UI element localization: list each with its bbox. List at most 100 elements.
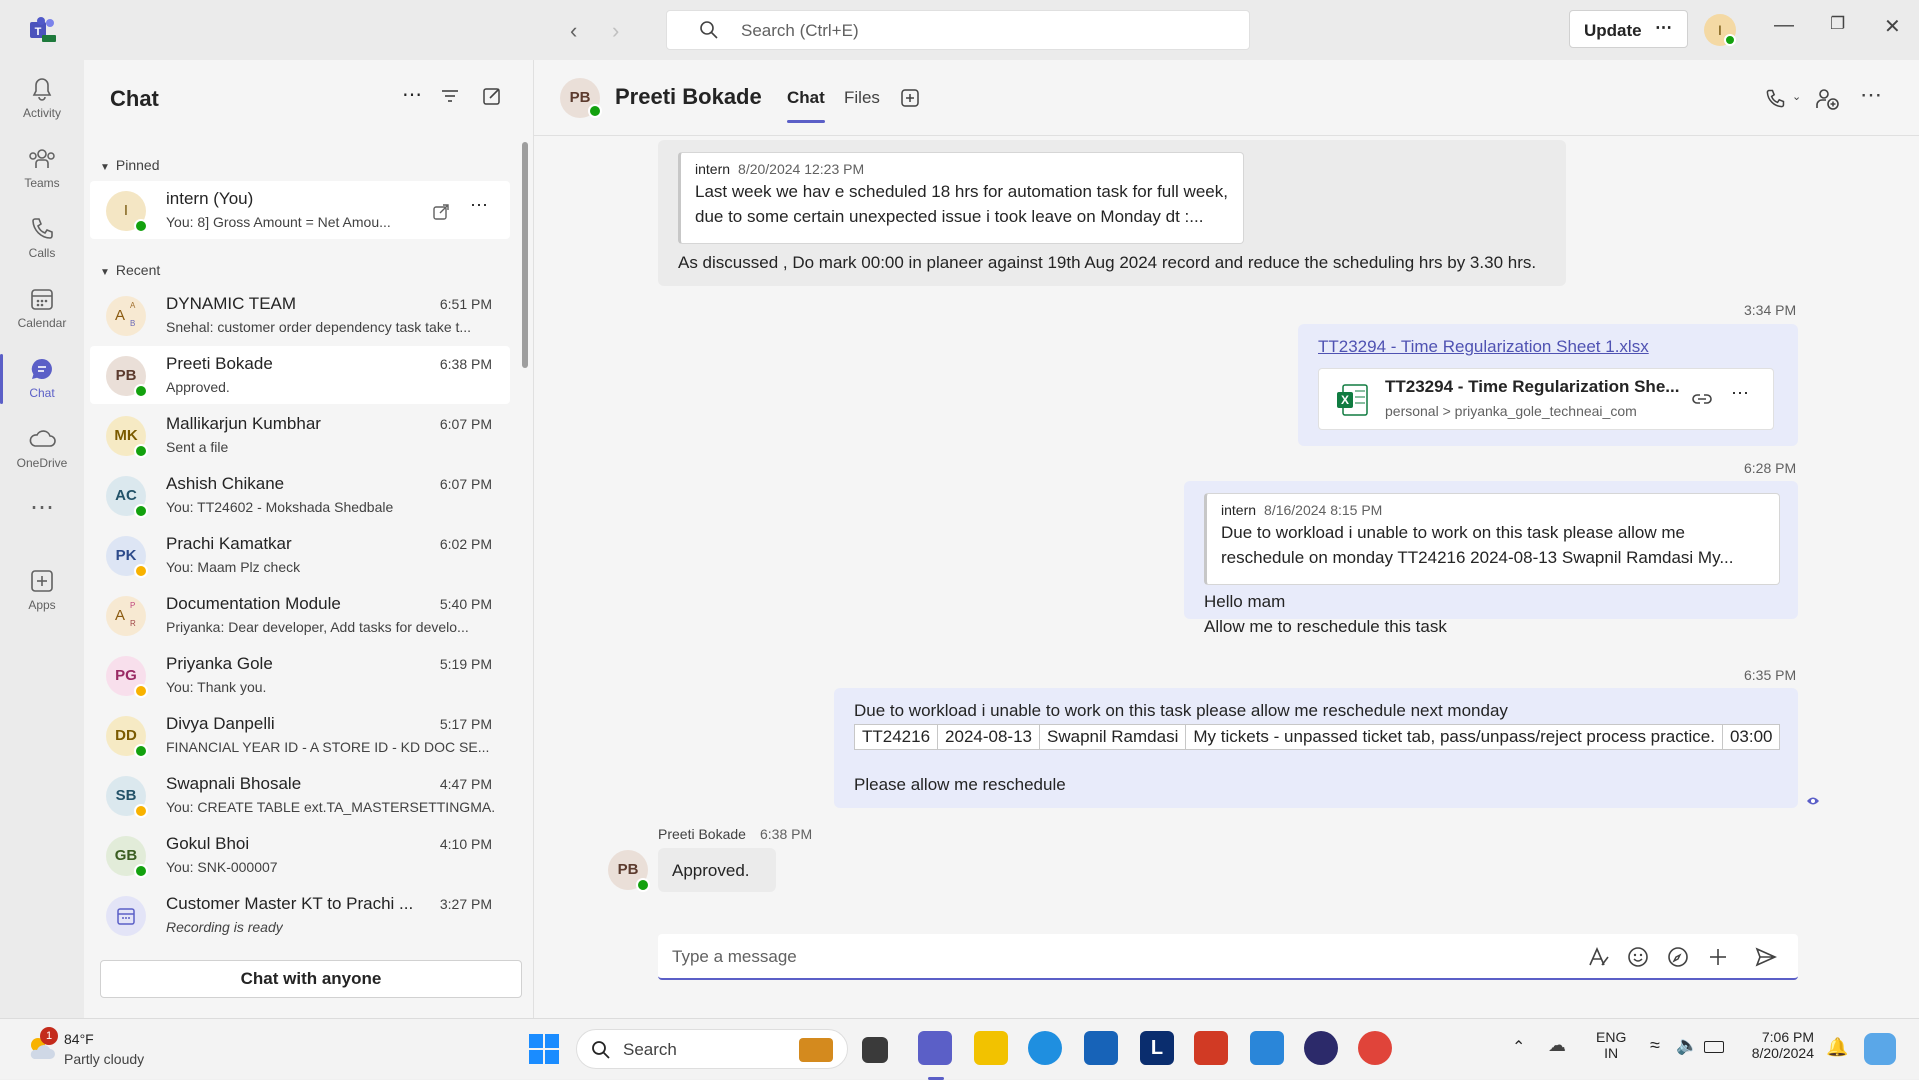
chat-item[interactable]: MK Mallikarjun Kumbhar 6:07 PM Sent a fi… [90, 406, 510, 464]
chat-item[interactable]: PK Prachi Kamatkar 6:02 PM You: Maam Plz… [90, 526, 510, 584]
call-icon[interactable] [1764, 88, 1786, 110]
more-options-icon[interactable]: ⋯ [402, 82, 422, 107]
loop-icon[interactable] [1666, 945, 1690, 969]
emoji-icon[interactable] [1626, 945, 1650, 969]
new-chat-icon[interactable] [482, 86, 502, 106]
presence-available-icon [134, 744, 148, 758]
add-tab-icon[interactable] [900, 88, 920, 108]
pop-out-icon[interactable] [432, 203, 450, 221]
onedrive-sync-icon[interactable]: ☁ [1548, 1035, 1566, 1056]
format-icon[interactable] [1586, 945, 1610, 969]
chat-item[interactable]: SB Swapnali Bhosale 4:47 PM You: CREATE … [90, 766, 510, 824]
weather-widget[interactable]: 1 [24, 1027, 58, 1065]
presence-away-icon [134, 684, 148, 698]
close-icon[interactable]: ✕ [1884, 14, 1901, 39]
send-icon[interactable] [1754, 945, 1778, 969]
avatar-initials: A [114, 607, 125, 624]
filter-icon[interactable] [440, 86, 460, 106]
update-button[interactable]: Update ⋯ [1569, 10, 1688, 48]
rail-calendar[interactable]: Calendar [0, 278, 84, 340]
chat-item[interactable]: PG Priyanka Gole 5:19 PM You: Thank you. [90, 646, 510, 704]
notepad-icon[interactable] [1250, 1031, 1284, 1065]
store-icon[interactable] [1084, 1031, 1118, 1065]
chat-item[interactable]: Customer Master KT to Prachi ... 3:27 PM… [90, 886, 510, 944]
chat-item[interactable]: DD Divya Danpelli 5:17 PM FINANCIAL YEAR… [90, 706, 510, 764]
more-apps-icon[interactable]: ⋯ [0, 488, 84, 528]
restore-icon[interactable]: ❐ [1830, 14, 1845, 34]
more-options-icon[interactable]: ⋯ [1860, 82, 1882, 108]
message-composer[interactable]: Type a message [658, 934, 1798, 980]
chevron-up-icon[interactable]: ⌃ [1512, 1037, 1525, 1057]
quoted-message[interactable]: intern 8/20/2024 12:23 PM Last week we ha… [678, 152, 1244, 244]
chrome-icon[interactable] [1358, 1031, 1392, 1065]
pinned-section-header[interactable]: ▼ Pinned [100, 157, 160, 173]
recent-section-header[interactable]: ▼ Recent [100, 262, 160, 278]
copy-link-icon[interactable] [1691, 389, 1713, 409]
quote-date: 8/20/2024 12:23 PM [738, 161, 865, 177]
eclipse-icon[interactable] [1304, 1031, 1338, 1065]
forward-arrow-icon[interactable]: › [612, 18, 619, 44]
search-input[interactable]: Search (Ctrl+E) [666, 10, 1250, 50]
search-icon [592, 1041, 610, 1059]
calendar-icon [31, 289, 53, 310]
wifi-icon[interactable]: ≈ [1650, 1035, 1660, 1056]
wps-office-icon[interactable] [1194, 1031, 1228, 1065]
edge-icon[interactable] [1028, 1031, 1062, 1065]
more-options-icon[interactable]: ⋯ [1731, 383, 1749, 404]
chat-time: 5:19 PM [439, 656, 492, 672]
rail-onedrive[interactable]: OneDrive [0, 418, 84, 480]
profile-avatar[interactable]: I [1704, 14, 1736, 46]
rail-calls[interactable]: Calls [0, 208, 84, 270]
battery-icon[interactable] [1704, 1041, 1724, 1053]
chat-item[interactable]: AC Ashish Chikane 6:07 PM You: TT24602 -… [90, 466, 510, 524]
chat-preview: You: 8] Gross Amount = Net Amou... [166, 214, 391, 230]
windows-start-icon[interactable] [528, 1033, 560, 1065]
tab-chat[interactable]: Chat [787, 88, 825, 123]
notification-bell-icon[interactable]: 🔔 [1826, 1037, 1848, 1058]
chat-name: Ashish Chikane [166, 474, 285, 493]
copilot-icon[interactable] [1864, 1033, 1896, 1065]
chat-item-active[interactable]: PB Preeti Bokade 6:38 PM Approved. [90, 346, 510, 404]
presence-away-icon [134, 564, 148, 578]
message-incoming[interactable]: Approved. [658, 848, 776, 892]
taskbar-search[interactable]: Search [576, 1029, 848, 1069]
language-indicator[interactable]: ENG IN [1596, 1029, 1626, 1061]
presence-available-icon [134, 864, 148, 878]
back-arrow-icon[interactable]: ‹ [570, 18, 577, 44]
chat-item[interactable]: APR Documentation Module 5:40 PM Priyank… [90, 586, 510, 644]
teams-taskbar-icon[interactable] [918, 1031, 952, 1065]
table-row: TT24216 2024-08-13 Swapnil Ramdasi My ti… [853, 724, 1781, 750]
chat-name: Prachi Kamatkar [166, 534, 292, 553]
rail-apps[interactable]: Apps [0, 560, 84, 622]
clock[interactable]: 7:06 PM 8/20/2024 [1740, 1029, 1814, 1061]
group-avatar: AAB [106, 296, 146, 336]
message-incoming[interactable]: intern 8/20/2024 12:23 PM Last week we ha… [658, 140, 1566, 286]
l-app-icon[interactable]: L [1140, 1031, 1174, 1065]
file-attachment-card[interactable]: X TT23294 - Time Regularization She... p… [1318, 368, 1774, 430]
plus-icon[interactable] [1706, 945, 1730, 969]
minimize-icon[interactable]: — [1774, 14, 1794, 37]
task-view-icon[interactable] [862, 1037, 888, 1063]
message-text: As discussed , Do mark 00:00 in planeer … [678, 253, 1537, 272]
chevron-down-icon[interactable]: ⌄ [1792, 90, 1801, 103]
rail-teams[interactable]: Teams [0, 138, 84, 200]
chat-item[interactable]: AAB DYNAMIC TEAM 6:51 PM Snehal: custome… [90, 286, 510, 344]
chat-item-pinned[interactable]: I intern (You) You: 8] Gross Amount = Ne… [90, 181, 510, 239]
chat-preview: FINANCIAL YEAR ID - A STORE ID - KD DOC … [166, 739, 490, 755]
message-outgoing[interactable]: Due to workload i unable to work on this… [834, 688, 1798, 808]
file-name: TT23294 - Time Regularization She... [1385, 377, 1680, 396]
quoted-message[interactable]: intern 8/16/2024 8:15 PM Due to workload … [1204, 493, 1780, 585]
message-outgoing[interactable]: TT23294 - Time Regularization Sheet 1.xl… [1298, 324, 1798, 446]
chat-with-anyone-button[interactable]: Chat with anyone [100, 960, 522, 998]
rail-chat[interactable]: Chat [0, 348, 84, 410]
file-link[interactable]: TT23294 - Time Regularization Sheet 1.xl… [1318, 334, 1649, 359]
scrollbar[interactable] [522, 142, 528, 368]
tab-files[interactable]: Files [844, 88, 880, 108]
svg-text:T: T [35, 26, 42, 38]
rail-activity[interactable]: Activity [0, 68, 84, 130]
chat-item[interactable]: GB Gokul Bhoi 4:10 PM You: SNK-000007 [90, 826, 510, 884]
add-people-icon[interactable] [1814, 86, 1840, 112]
volume-icon[interactable]: 🔈 [1676, 1035, 1698, 1056]
file-explorer-icon[interactable] [974, 1031, 1008, 1065]
more-options-icon[interactable]: ⋯ [470, 195, 488, 216]
